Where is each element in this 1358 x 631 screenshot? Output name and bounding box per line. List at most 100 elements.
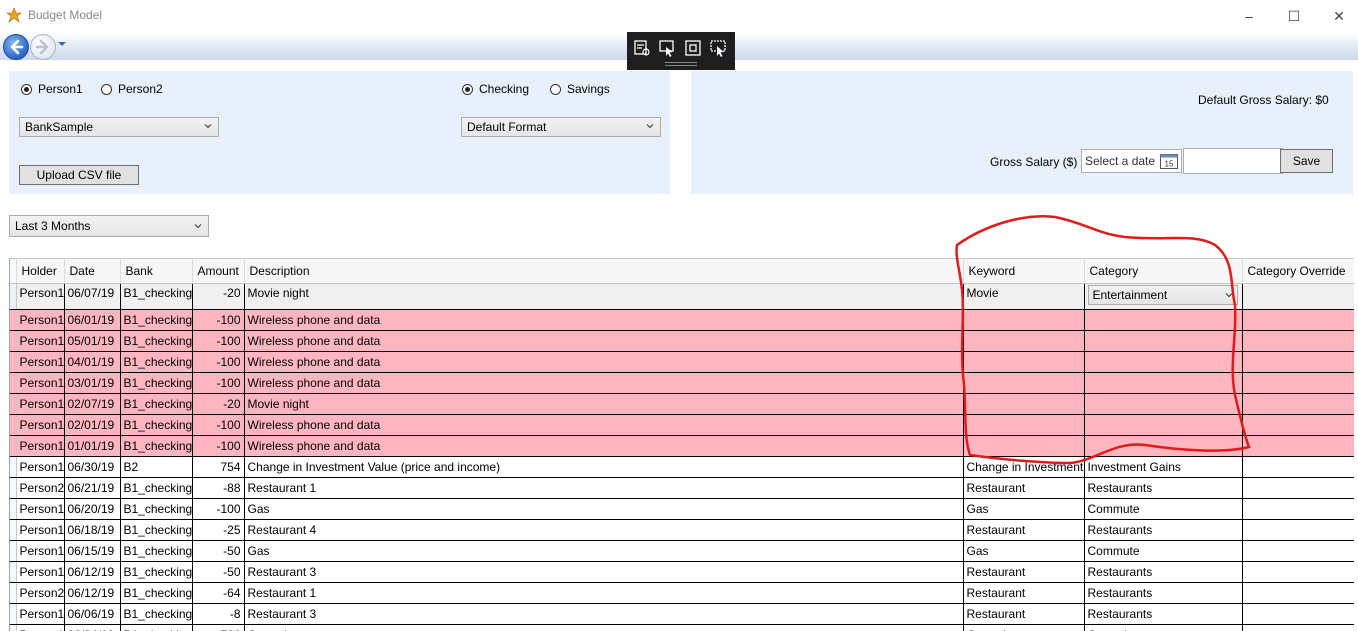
cell-holder[interactable]: Person2 [16,477,65,499]
forward-button[interactable] [30,34,56,60]
cell-amount[interactable]: -100 [192,372,245,394]
cell-amount[interactable]: -88 [192,477,245,499]
cell-holder[interactable]: Person1 [16,351,65,373]
cell-bank[interactable]: B2 [120,456,193,478]
cell-category[interactable]: Investment Gains [1084,456,1243,478]
cell-category-override[interactable] [1242,540,1354,562]
table-row[interactable]: Person1 01/01/19 B1_checking -100 Wireless p… [10,435,1354,457]
column-header[interactable]: Category Override [1242,258,1354,284]
cell-bank[interactable]: B1_checking [120,330,193,352]
table-row[interactable]: Person1 06/20/19 B1_checking -100 Gas Gas Comm… [10,498,1354,520]
save-button[interactable]: Save [1280,149,1333,173]
cell-category-override[interactable] [1242,283,1354,310]
cell-category[interactable] [1084,351,1243,373]
cell-category[interactable]: Restaurants [1084,561,1243,583]
cell-holder[interactable]: Person1 [16,624,65,631]
cell-date[interactable]: 05/01/19 [64,330,121,352]
cell-date[interactable]: 06/12/19 [64,582,121,604]
cell-category[interactable] [1084,309,1243,331]
cell-category-override[interactable] [1242,330,1354,352]
column-header[interactable]: Holder [16,258,65,284]
table-row[interactable]: Person2 06/21/19 B1_checking -88 Restaurant … [10,477,1354,499]
cell-description[interactable]: Movie night [244,393,964,415]
cell-category-override[interactable] [1242,456,1354,478]
cell-category-override[interactable] [1242,477,1354,499]
cell-category[interactable] [1084,372,1243,394]
table-row[interactable]: Person1 06/01/19 B1_checking -100 Wireless p… [10,309,1354,331]
table-row[interactable]: Person106/04/19B1_checking-500GroceriesG… [10,624,1354,631]
cell-category[interactable]: Restaurants [1084,582,1243,604]
radio-savings[interactable]: Savings [550,82,610,96]
gross-salary-input[interactable] [1183,148,1283,174]
cell-category[interactable] [1084,414,1243,436]
cell-holder[interactable]: Person2 [16,582,65,604]
cell-date[interactable]: 06/12/19 [64,561,121,583]
cell-category-override[interactable] [1242,393,1354,415]
cell-date[interactable]: 06/20/19 [64,498,121,520]
cell-date[interactable]: 03/01/19 [64,372,121,394]
table-row[interactable]: Person1 02/07/19 B1_checking -20 Movie night [10,393,1354,415]
radio-person1[interactable]: Person1 [21,82,83,96]
transactions-grid[interactable]: Holder Date Bank Amount Description Keyw… [9,258,1354,631]
cell-keyword[interactable] [963,351,1085,373]
table-row[interactable]: Person1 06/06/19 B1_checking -8 Restaurant 3… [10,603,1354,625]
column-header[interactable]: Amount [192,258,245,284]
cell-amount[interactable]: -8 [192,603,245,625]
cell-bank[interactable]: B1_checking [120,561,193,583]
cell-bank[interactable]: B1_checking [120,477,193,499]
cell-keyword[interactable]: Restaurant [963,477,1085,499]
cell-keyword[interactable]: Restaurant [963,582,1085,604]
select-element-icon[interactable] [657,38,677,58]
upload-csv-button[interactable]: Upload CSV file [19,165,139,185]
table-row[interactable]: Person1 06/15/19 B1_checking -50 Gas Gas Commu… [10,540,1354,562]
date-picker[interactable]: Select a date 15 [1081,149,1182,173]
cell-holder[interactable]: Person1 [16,498,65,520]
cell-description[interactable]: Restaurant 1 [244,477,964,499]
cell-amount[interactable]: -20 [192,283,245,310]
cell-description[interactable]: Wireless phone and data [244,435,964,457]
maximize-button[interactable]: ☐ [1271,4,1317,28]
cell-description[interactable]: Restaurant 1 [244,582,964,604]
cell-keyword[interactable]: Gas [963,540,1085,562]
column-header[interactable]: Category [1084,258,1243,284]
table-row[interactable]: Person2 06/12/19 B1_checking -64 Restaurant … [10,582,1354,604]
cell-category[interactable]: Restaurants [1084,519,1243,541]
table-row[interactable]: Person1 03/01/19 B1_checking -100 Wireless p… [10,372,1354,394]
cell-keyword[interactable]: Change in Investment [963,456,1085,478]
cell-holder[interactable]: Person1 [16,330,65,352]
cell-category[interactable] [1084,330,1243,352]
cell-amount[interactable]: -64 [192,582,245,604]
cell-holder[interactable]: Person1 [16,283,65,310]
cell-keyword[interactable] [963,330,1085,352]
cell-category-override[interactable] [1242,498,1354,520]
cell-amount[interactable]: -100 [192,498,245,520]
cell-bank[interactable]: B1_checking [120,435,193,457]
category-select[interactable]: Entertainment [1087,285,1238,305]
cell-keyword[interactable] [963,414,1085,436]
cell-keyword[interactable]: Restaurant [963,561,1085,583]
radio-indicator[interactable] [550,83,561,95]
cell-holder[interactable]: Person1 [16,372,65,394]
cell-bank[interactable]: B1_checking [120,283,193,310]
cell-description[interactable]: Restaurant 3 [244,603,964,625]
cell-bank[interactable]: B1_checking [120,603,193,625]
cell-bank[interactable]: B1_checking [120,540,193,562]
cell-holder[interactable]: Person1 [16,309,65,331]
table-row[interactable]: Person1 06/30/19 B2 754 Change in Investment… [10,456,1354,478]
cell-date[interactable]: 04/01/19 [64,351,121,373]
cell-description[interactable]: Wireless phone and data [244,309,964,331]
cell-holder[interactable]: Person1 [16,540,65,562]
cell-date[interactable]: 06/15/19 [64,540,121,562]
cell-description[interactable]: Gas [244,540,964,562]
cell-amount[interactable]: -50 [192,561,245,583]
cell-description[interactable]: Restaurant 4 [244,519,964,541]
cell-category-override[interactable] [1242,561,1354,583]
cell-date[interactable]: 02/01/19 [64,414,121,436]
table-row[interactable]: Person1 04/01/19 B1_checking -100 Wireless p… [10,351,1354,373]
cell-bank[interactable]: B1_checking [120,309,193,331]
cell-bank[interactable]: B1_checking [120,414,193,436]
cell-amount[interactable]: -100 [192,351,245,373]
cell-description[interactable]: Wireless phone and data [244,330,964,352]
cell-amount[interactable]: -50 [192,540,245,562]
cell-date[interactable]: 06/07/19 [64,283,121,310]
